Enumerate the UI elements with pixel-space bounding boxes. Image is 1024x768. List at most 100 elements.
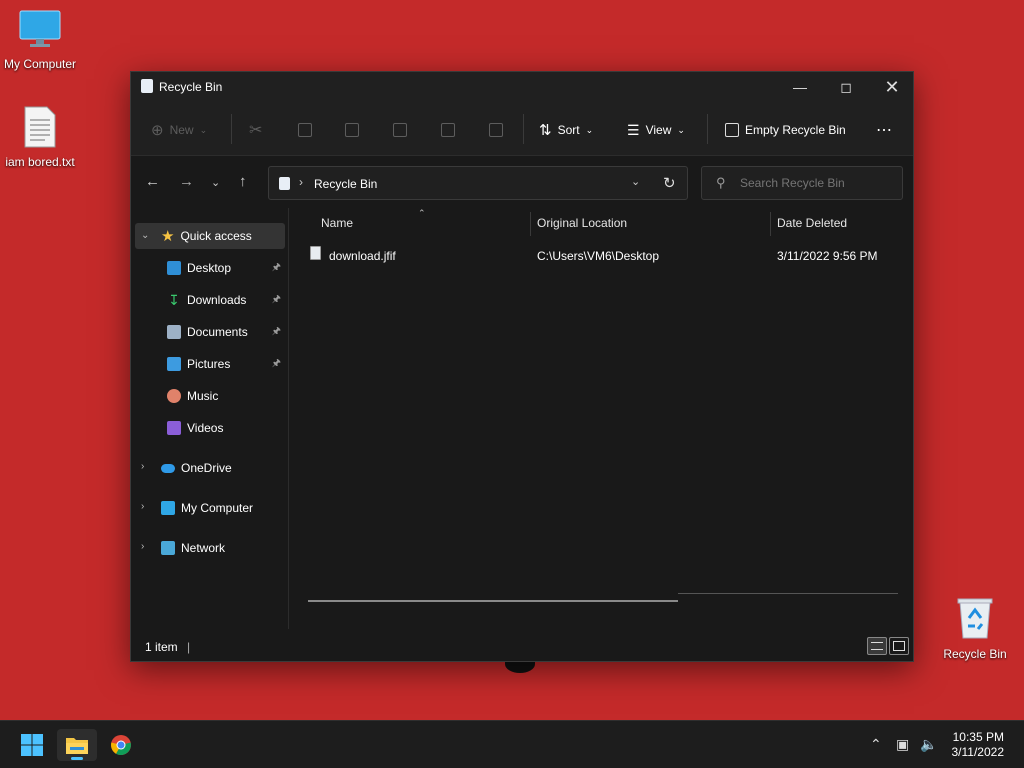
image-file-icon bbox=[310, 246, 321, 260]
sidebar-item-quick-access[interactable]: ⌄ ★ Quick access bbox=[135, 223, 285, 249]
chevron-right-icon: › bbox=[141, 501, 145, 512]
desktop: My Computer iam bored.txt Recycle Bin Re… bbox=[0, 0, 1024, 720]
more-options-button[interactable]: ⋯ bbox=[876, 120, 893, 140]
search-box[interactable]: ⚲ bbox=[701, 166, 903, 200]
pictures-folder-icon bbox=[167, 357, 181, 371]
desktop-icon-text-file[interactable]: iam bored.txt bbox=[0, 106, 80, 169]
sort-label: Sort bbox=[557, 123, 580, 137]
sidebar-item-label: Pictures bbox=[187, 357, 231, 371]
sidebar-item-label: Desktop bbox=[187, 261, 232, 275]
pin-icon: 🖈 bbox=[271, 325, 281, 337]
delete-button[interactable] bbox=[489, 120, 503, 140]
back-button[interactable]: ← bbox=[145, 173, 160, 190]
taskbar: ⌃ ▣ 🔈 10:35 PM 3/11/2022 bbox=[0, 720, 1024, 768]
large-icons-view-button[interactable] bbox=[889, 637, 909, 655]
view-button[interactable]: ☰ View ⌄ bbox=[627, 120, 685, 140]
show-hidden-icons-button[interactable]: ⌃ bbox=[870, 736, 882, 753]
star-icon: ★ bbox=[161, 228, 175, 245]
toolbar-divider bbox=[231, 114, 232, 144]
network-icon: ▣ bbox=[896, 736, 910, 752]
pin-icon: 🖈 bbox=[271, 293, 281, 305]
empty-recycle-bin-button[interactable]: Empty Recycle Bin bbox=[725, 120, 846, 140]
sidebar-item-label: Network bbox=[181, 541, 226, 555]
onedrive-icon bbox=[161, 463, 175, 473]
maximize-button[interactable]: ◻ bbox=[823, 72, 869, 102]
sidebar-item-label: Music bbox=[187, 389, 219, 403]
column-divider[interactable] bbox=[530, 212, 531, 236]
chevron-down-icon: ⌄ bbox=[677, 124, 685, 135]
breadcrumb-chevron-icon: › bbox=[299, 175, 303, 189]
active-indicator bbox=[71, 757, 83, 760]
sidebar-item-pictures[interactable]: Pictures 🖈 bbox=[167, 351, 287, 377]
chevron-down-icon: ⌄ bbox=[199, 124, 208, 135]
window-title: Recycle Bin bbox=[159, 80, 223, 94]
share-button[interactable] bbox=[441, 120, 455, 140]
sort-ascending-icon: ⌃ bbox=[418, 208, 426, 218]
sidebar-item-documents[interactable]: Documents 🖈 bbox=[167, 319, 287, 345]
search-input[interactable] bbox=[740, 176, 890, 190]
view-label: View bbox=[645, 123, 672, 137]
recent-locations-button[interactable]: ⌄ bbox=[211, 176, 220, 189]
up-button[interactable]: ↑ bbox=[239, 173, 247, 190]
music-folder-icon bbox=[167, 389, 181, 403]
network-status-button[interactable]: ▣ bbox=[896, 736, 909, 753]
column-header-original-location[interactable]: Original Location bbox=[537, 216, 627, 230]
details-view-icon bbox=[871, 642, 883, 650]
sidebar-item-music[interactable]: Music bbox=[167, 383, 287, 409]
sidebar-item-label: Videos bbox=[187, 421, 224, 435]
paste-button[interactable] bbox=[345, 120, 359, 140]
refresh-button[interactable]: ↻ bbox=[663, 174, 676, 192]
sort-arrows-icon: ⇅ bbox=[539, 122, 552, 139]
volume-button[interactable]: 🔈 bbox=[920, 736, 937, 753]
column-header-name[interactable]: Name bbox=[321, 216, 353, 230]
desktop-icon-my-computer[interactable]: My Computer bbox=[0, 10, 80, 71]
address-history-button[interactable]: ⌄ bbox=[631, 175, 640, 188]
sort-button[interactable]: ⇅ Sort ⌄ bbox=[539, 120, 593, 140]
sidebar-item-desktop[interactable]: Desktop 🖈 bbox=[167, 255, 287, 281]
clock-date: 3/11/2022 bbox=[951, 745, 1005, 759]
rename-button[interactable] bbox=[393, 120, 407, 140]
speaker-icon: 🔈 bbox=[920, 736, 938, 752]
arrow-up-icon: ↑ bbox=[239, 173, 247, 190]
sidebar-item-label: Documents bbox=[187, 325, 248, 339]
cut-button[interactable]: ✂ bbox=[249, 120, 262, 140]
file-list: Name ⌃ Original Location Date Deleted do… bbox=[290, 208, 913, 630]
copy-button[interactable] bbox=[298, 120, 312, 140]
sidebar-item-downloads[interactable]: ↧ Downloads 🖈 bbox=[167, 287, 287, 313]
address-bar[interactable]: › Recycle Bin ⌄ ↻ bbox=[268, 166, 688, 200]
monitor-icon bbox=[0, 10, 80, 53]
chevron-right-icon: › bbox=[141, 541, 145, 552]
horizontal-scrollbar[interactable] bbox=[308, 600, 678, 602]
arrow-left-icon: ← bbox=[145, 173, 160, 190]
large-icons-view-icon bbox=[893, 641, 905, 651]
taskbar-chrome[interactable] bbox=[101, 729, 141, 761]
details-view-button[interactable] bbox=[867, 637, 887, 655]
minimize-button[interactable]: — bbox=[777, 72, 823, 102]
chevron-down-icon: ⌄ bbox=[211, 177, 221, 189]
taskbar-clock[interactable]: 10:35 PM 3/11/2022 bbox=[952, 730, 1005, 760]
title-bar[interactable]: Recycle Bin — ◻ ✕ bbox=[131, 72, 913, 102]
desktop-icon-recycle-bin[interactable]: Recycle Bin bbox=[935, 596, 1015, 661]
file-original-location: C:\Users\VM6\Desktop bbox=[537, 249, 660, 263]
table-row[interactable]: download.jfif C:\Users\VM6\Desktop 3/11/… bbox=[306, 244, 906, 268]
close-button[interactable]: ✕ bbox=[869, 72, 915, 102]
column-header-date-deleted[interactable]: Date Deleted bbox=[777, 216, 847, 230]
scrollbar-track bbox=[678, 593, 898, 594]
breadcrumb[interactable]: Recycle Bin bbox=[314, 177, 377, 191]
forward-button[interactable]: → bbox=[179, 173, 194, 190]
scissors-icon: ✂ bbox=[249, 122, 263, 139]
navigation-bar: ← → ⌄ ↑ › Recycle Bin ⌄ ↻ ⚲ bbox=[131, 156, 913, 208]
sidebar-item-network[interactable]: › Network bbox=[135, 535, 285, 561]
list-view-icon: ☰ bbox=[627, 121, 640, 138]
start-button[interactable] bbox=[12, 729, 52, 761]
sidebar-item-videos[interactable]: Videos bbox=[167, 415, 287, 441]
sidebar-item-onedrive[interactable]: › OneDrive bbox=[135, 455, 285, 481]
sidebar-item-my-computer[interactable]: › My Computer bbox=[135, 495, 285, 521]
recycle-bin-icon bbox=[935, 596, 1015, 643]
recycle-bin-icon bbox=[279, 177, 290, 190]
new-button[interactable]: ⊕ New ⌄ bbox=[151, 120, 207, 140]
toolbar-divider bbox=[523, 114, 524, 144]
taskbar-file-explorer[interactable] bbox=[57, 729, 97, 761]
column-divider[interactable] bbox=[770, 212, 771, 236]
toolbar-divider bbox=[707, 114, 708, 144]
